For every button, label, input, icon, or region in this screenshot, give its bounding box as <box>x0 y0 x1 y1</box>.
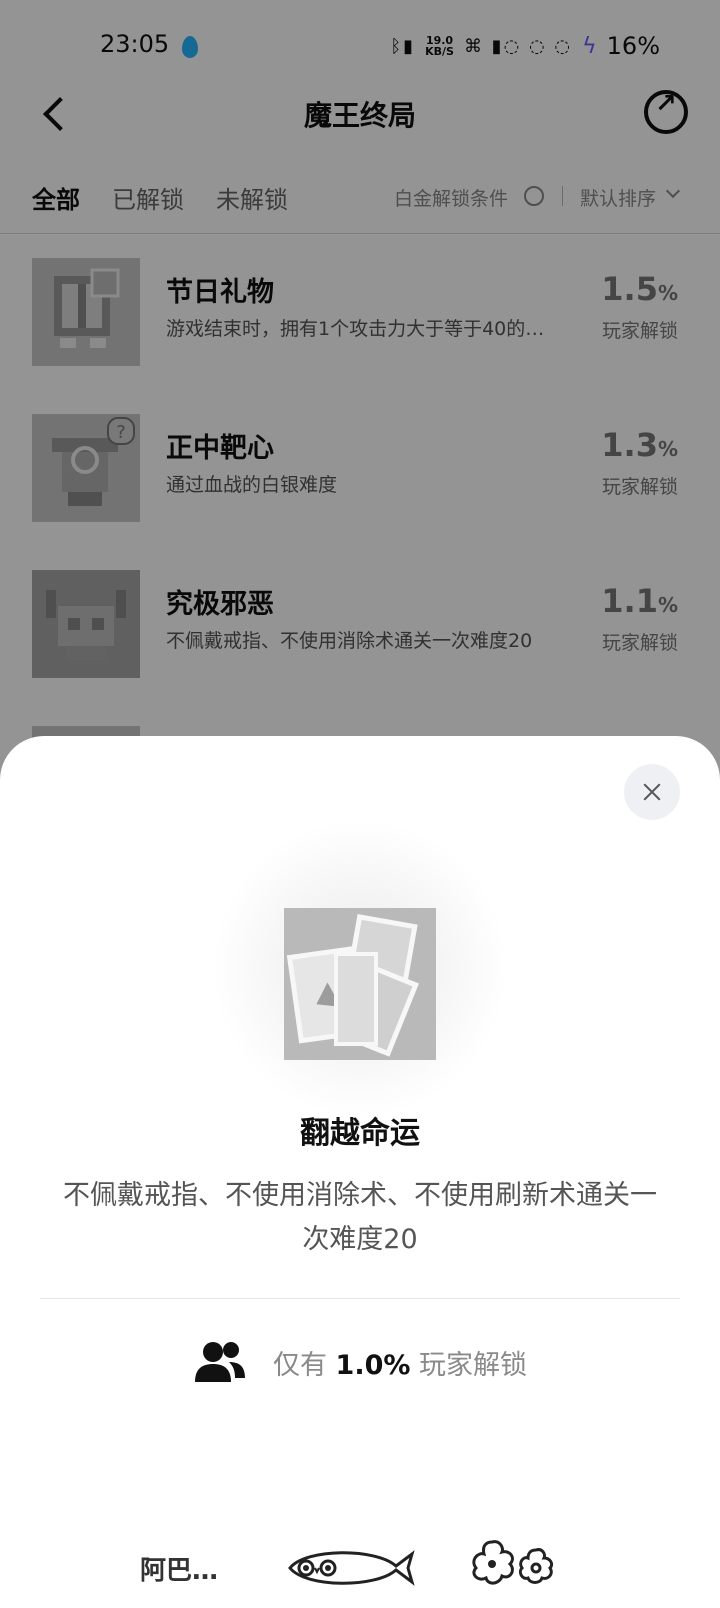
cards-badge-icon <box>284 908 436 1060</box>
close-button[interactable] <box>624 764 680 820</box>
decorative-doodles: 阿巴… <box>0 1536 720 1596</box>
unlock-rate: 仅有 1.0% 玩家解锁 <box>0 1340 720 1384</box>
unlock-rate-suffix: 玩家解锁 <box>419 1349 528 1381</box>
unlock-rate-value: 1.0% <box>335 1349 411 1381</box>
doodle-text: 阿巴… <box>140 1556 219 1586</box>
achievement-title: 翻越命运 <box>300 1116 420 1151</box>
unlock-rate-text: 仅有 1.0% 玩家解锁 <box>273 1343 527 1382</box>
fish-doodle-icon <box>288 1550 415 1586</box>
divider <box>40 1298 680 1299</box>
achievement-description: 不佩戴戒指、不使用消除术、不使用刷新术通关一次难度20 <box>63 1180 657 1255</box>
achievement-detail-sheet: 翻越命运 不佩戴戒指、不使用消除术、不使用刷新术通关一次难度20 仅有 1.0%… <box>0 736 720 1608</box>
unlock-rate-prefix: 仅有 <box>272 1349 327 1381</box>
flowers-doodle-icon <box>472 1540 554 1585</box>
users-icon <box>194 1342 245 1382</box>
